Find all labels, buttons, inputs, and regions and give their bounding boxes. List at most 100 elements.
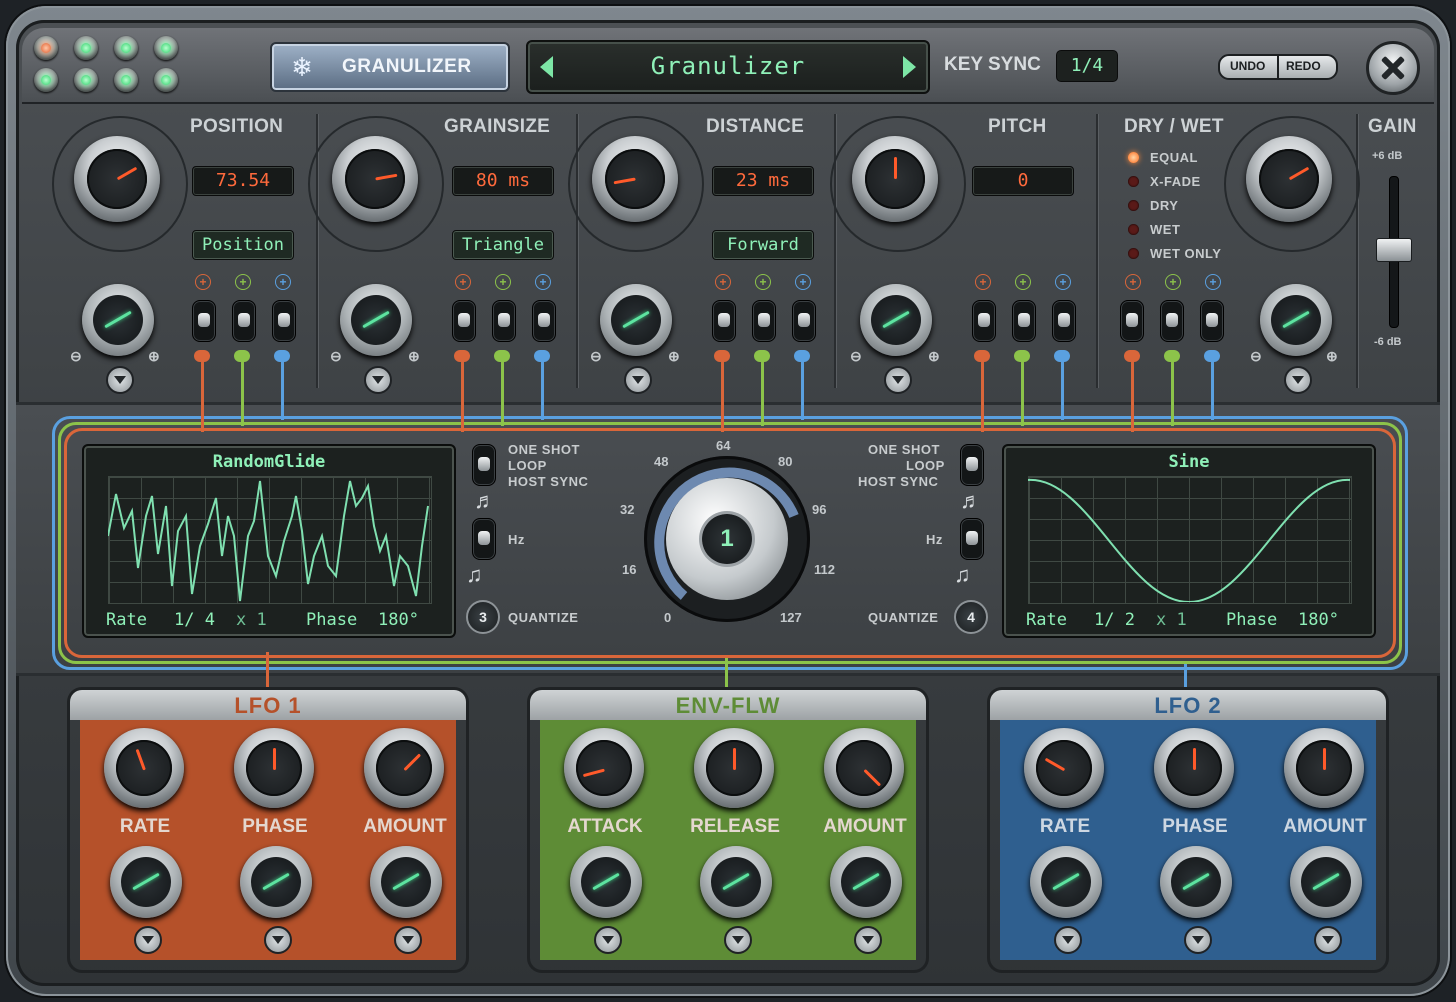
mod1-toggle[interactable]: [452, 300, 476, 342]
sync-toggle[interactable]: [472, 518, 496, 560]
grainsize-dropdown-icon[interactable]: [364, 366, 392, 394]
lfo2-phase-mod-knob[interactable]: [1160, 846, 1232, 918]
lfo2-phase-knob[interactable]: [1154, 728, 1234, 808]
option-one-shot[interactable]: ONE SHOT: [508, 442, 580, 457]
distance-value[interactable]: 23 ms: [712, 166, 814, 196]
center-dial[interactable]: 1: [644, 456, 810, 622]
distance-knob[interactable]: [592, 136, 678, 222]
mod3-toggle[interactable]: [272, 300, 296, 342]
slot-button-1[interactable]: [34, 36, 58, 60]
lfo1-amount-knob[interactable]: [364, 728, 444, 808]
key-sync-value[interactable]: 1/4: [1056, 50, 1118, 82]
dry-wet-knob[interactable]: [1246, 136, 1332, 222]
pitch-knob[interactable]: [852, 136, 938, 222]
mod1-toggle[interactable]: [712, 300, 736, 342]
gain-slider-handle[interactable]: [1376, 238, 1412, 262]
lfo-right-display[interactable]: Sine Rate 1/ 2 x 1 Phase 180°: [1002, 444, 1376, 638]
dry-wet-option-label[interactable]: X-FADE: [1150, 174, 1201, 189]
option-host-sync[interactable]: HOST SYNC: [858, 474, 938, 489]
pitch-dropdown-icon[interactable]: [884, 366, 912, 394]
env-attack-mod-knob[interactable]: [570, 846, 642, 918]
env-release-knob[interactable]: [694, 728, 774, 808]
option-one-shot[interactable]: ONE SHOT: [868, 442, 940, 457]
rate-multiplier[interactable]: x 1: [236, 610, 267, 630]
lfo1-amount-mod-knob[interactable]: [370, 846, 442, 918]
dry-wet-option-label[interactable]: EQUAL: [1150, 150, 1198, 165]
mode-toggle[interactable]: [960, 444, 984, 486]
position-mod-knob[interactable]: [82, 284, 154, 356]
dropdown-icon[interactable]: [594, 926, 622, 954]
mod3-toggle[interactable]: [1200, 300, 1224, 342]
dry-wet-led-equal[interactable]: [1128, 152, 1139, 163]
mod2-toggle[interactable]: [492, 300, 516, 342]
mod3-toggle[interactable]: [792, 300, 816, 342]
slot-button-3[interactable]: [114, 36, 138, 60]
position-value[interactable]: 73.54: [192, 166, 294, 196]
dry-wet-option-label[interactable]: WET ONLY: [1150, 246, 1221, 261]
lfo1-rate-knob[interactable]: [104, 728, 184, 808]
dry-wet-led-dry[interactable]: [1128, 200, 1139, 211]
dropdown-icon[interactable]: [134, 926, 162, 954]
mod2-toggle[interactable]: [1160, 300, 1184, 342]
slot-button-7[interactable]: [114, 68, 138, 92]
plugin-select-button[interactable]: ❄ GRANULIZER: [270, 42, 510, 92]
slot-button-8[interactable]: [154, 68, 178, 92]
rate-value[interactable]: 1/ 2: [1094, 610, 1135, 630]
option-loop[interactable]: LOOP: [906, 458, 945, 473]
grainsize-mode-button[interactable]: Triangle: [452, 230, 554, 260]
undo-button[interactable]: UNDO: [1230, 59, 1265, 73]
dropdown-icon[interactable]: [1054, 926, 1082, 954]
mod3-toggle[interactable]: [532, 300, 556, 342]
mod2-toggle[interactable]: [232, 300, 256, 342]
dry-wet-led-wet[interactable]: [1128, 224, 1139, 235]
grainsize-value[interactable]: 80 ms: [452, 166, 554, 196]
env-amount-mod-knob[interactable]: [830, 846, 902, 918]
quantize-button[interactable]: 4: [954, 600, 988, 634]
mode-toggle[interactable]: [472, 444, 496, 486]
mod1-toggle[interactable]: [1120, 300, 1144, 342]
distance-dropdown-icon[interactable]: [624, 366, 652, 394]
mod2-toggle[interactable]: [752, 300, 776, 342]
lfo2-amount-mod-knob[interactable]: [1290, 846, 1362, 918]
dry-wet-mod-knob[interactable]: [1260, 284, 1332, 356]
slot-button-6[interactable]: [74, 68, 98, 92]
mod1-toggle[interactable]: [192, 300, 216, 342]
sync-toggle[interactable]: [960, 518, 984, 560]
lfo1-phase-knob[interactable]: [234, 728, 314, 808]
dry-wet-led-xfade[interactable]: [1128, 176, 1139, 187]
dropdown-icon[interactable]: [854, 926, 882, 954]
rate-multiplier[interactable]: x 1: [1156, 610, 1187, 630]
env-amount-knob[interactable]: [824, 728, 904, 808]
mod2-toggle[interactable]: [1012, 300, 1036, 342]
mod1-toggle[interactable]: [972, 300, 996, 342]
position-dropdown-icon[interactable]: [106, 366, 134, 394]
dropdown-icon[interactable]: [394, 926, 422, 954]
slot-button-4[interactable]: [154, 36, 178, 60]
pitch-mod-knob[interactable]: [860, 284, 932, 356]
dry-wet-dropdown-icon[interactable]: [1284, 366, 1312, 394]
lfo1-phase-mod-knob[interactable]: [240, 846, 312, 918]
grainsize-mod-knob[interactable]: [340, 284, 412, 356]
dry-wet-option-label[interactable]: DRY: [1150, 198, 1178, 213]
lfo1-rate-mod-knob[interactable]: [110, 846, 182, 918]
lfo-left-waveform[interactable]: RandomGlide: [84, 452, 454, 472]
close-button[interactable]: [1366, 41, 1420, 95]
distance-mod-knob[interactable]: [600, 284, 672, 356]
dropdown-icon[interactable]: [1184, 926, 1212, 954]
preset-browser[interactable]: Granulizer: [526, 40, 930, 94]
quantize-button[interactable]: 3: [466, 600, 500, 634]
lfo2-amount-knob[interactable]: [1284, 728, 1364, 808]
dry-wet-led-wet-only[interactable]: [1128, 248, 1139, 259]
pitch-value[interactable]: 0: [972, 166, 1074, 196]
redo-button[interactable]: REDO: [1286, 59, 1321, 73]
mod3-toggle[interactable]: [1052, 300, 1076, 342]
position-knob[interactable]: [74, 136, 160, 222]
rate-value[interactable]: 1/ 4: [174, 610, 215, 630]
position-mode-button[interactable]: Position: [192, 230, 294, 260]
next-preset-icon[interactable]: [903, 56, 916, 78]
dropdown-icon[interactable]: [1314, 926, 1342, 954]
dropdown-icon[interactable]: [264, 926, 292, 954]
dry-wet-option-label[interactable]: WET: [1150, 222, 1180, 237]
phase-value[interactable]: 180°: [378, 610, 419, 630]
lfo-left-display[interactable]: RandomGlide Rate 1/ 4 x 1 Phase 180°: [82, 444, 456, 638]
